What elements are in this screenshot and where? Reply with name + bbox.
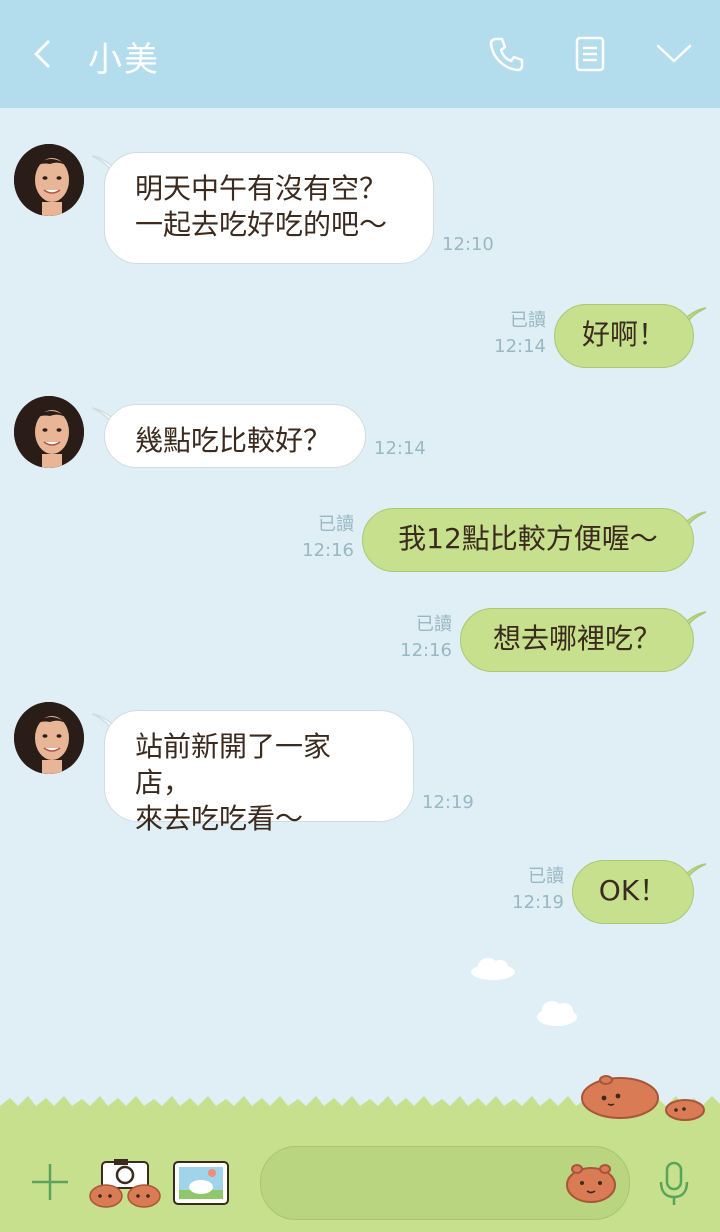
read-receipt: 已讀 12:19 (512, 864, 564, 916)
incoming-message-bubble[interactable]: 明天中午有沒有空？ 一起去吃好吃的吧～ (104, 152, 434, 264)
photo-icon[interactable] (172, 1160, 230, 1206)
read-status: 已讀 (528, 866, 564, 887)
notes-icon[interactable] (570, 34, 610, 74)
outgoing-message-bubble[interactable]: 好啊！ (554, 304, 694, 368)
input-bar (0, 1130, 720, 1232)
incoming-message-bubble[interactable]: 站前新開了一家店， 來去吃吃看～ (104, 710, 414, 835)
message-time: 12:10 (442, 234, 494, 255)
chevron-left-icon[interactable] (24, 34, 64, 74)
sticker-icon[interactable] (563, 1159, 619, 1205)
chat-area[interactable]: 明天中午有沒有空？ 一起去吃好吃的吧～ 12:10 好啊！ 已讀 12:14 幾點吃比較好… (0, 108, 720, 1132)
read-status: 已讀 (318, 514, 354, 535)
read-receipt: 已讀 12:16 (400, 612, 452, 664)
message-time: 12:14 (374, 438, 426, 459)
message-time: 12:16 (400, 640, 452, 661)
avatar[interactable] (14, 702, 84, 774)
chat-header: 小美 (0, 0, 720, 108)
cloud-icon (471, 958, 515, 980)
microphone-icon[interactable] (656, 1160, 692, 1208)
read-receipt: 已讀 12:16 (302, 512, 354, 564)
capybara-sticker-icon (581, 1075, 659, 1119)
read-status: 已讀 (510, 310, 546, 331)
avatar[interactable] (14, 144, 84, 216)
outgoing-message-bubble[interactable]: 我12點比較方便喔～ (362, 508, 694, 572)
read-status: 已讀 (416, 614, 452, 635)
incoming-message-bubble[interactable]: 幾點吃比較好？ (104, 404, 366, 468)
message-input[interactable] (260, 1146, 630, 1220)
chevron-down-icon[interactable] (654, 34, 694, 74)
camera-icon[interactable] (88, 1158, 162, 1208)
outgoing-message-bubble[interactable]: 想去哪裡吃？ (460, 608, 694, 672)
read-receipt: 已讀 12:14 (494, 308, 546, 360)
phone-icon[interactable] (486, 34, 526, 74)
chat-title: 小美 (88, 40, 160, 80)
outgoing-message-bubble[interactable]: OK！ (572, 860, 694, 924)
avatar[interactable] (14, 396, 84, 468)
message-time: 12:16 (302, 540, 354, 561)
plus-icon[interactable] (28, 1160, 72, 1204)
message-time: 12:19 (422, 792, 474, 813)
capybara-small-icon (665, 1099, 705, 1121)
message-time: 12:19 (512, 892, 564, 913)
message-time: 12:14 (494, 336, 546, 357)
cloud-icon (537, 1001, 577, 1026)
